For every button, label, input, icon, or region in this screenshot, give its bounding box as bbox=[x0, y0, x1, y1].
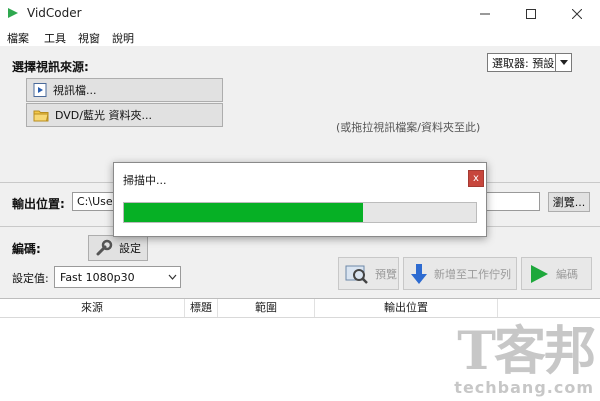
source-label: 選擇視訊來源: bbox=[12, 60, 89, 74]
maximize-button[interactable] bbox=[508, 0, 554, 28]
preset-select[interactable]: Fast 1080p30 bbox=[54, 266, 181, 288]
open-dvd-folder-button[interactable]: DVD/藍光 資料夾... bbox=[26, 103, 223, 127]
preset-value: Fast 1080p30 bbox=[60, 270, 135, 284]
close-icon bbox=[572, 9, 582, 19]
dialog-title: 掃描中... bbox=[123, 174, 167, 187]
add-to-queue-label: 新增至工作佇列 bbox=[434, 267, 511, 281]
settings-label: 設定 bbox=[119, 242, 141, 255]
column-header-source[interactable]: 來源 bbox=[0, 299, 185, 317]
folder-icon bbox=[33, 110, 49, 121]
encode-label: 編碼 bbox=[556, 267, 578, 281]
table-header: 來源 標題 範圍 輸出位置 bbox=[0, 299, 600, 318]
drag-hint-text: (或拖拉視訊檔案/資料夾至此) bbox=[336, 121, 481, 134]
preview-button[interactable]: 預覽 bbox=[338, 257, 399, 290]
techbang-watermark: T客邦 techbang.com bbox=[454, 321, 596, 398]
preset-label: 設定值: bbox=[12, 272, 49, 285]
arrow-down-icon bbox=[411, 263, 427, 284]
encoding-settings-button[interactable]: 設定 bbox=[88, 235, 148, 261]
open-video-file-button[interactable]: 視訊檔... bbox=[26, 78, 223, 102]
picker-dropdown[interactable]: 選取器: 預設 bbox=[487, 53, 572, 72]
column-header-title[interactable]: 標題 bbox=[185, 299, 218, 317]
encoding-label: 編碼: bbox=[12, 242, 41, 256]
add-to-queue-button[interactable]: 新增至工作佇列 bbox=[403, 257, 517, 290]
dialog-close-button[interactable]: x bbox=[468, 170, 484, 187]
watermark-text: techbang.com bbox=[454, 378, 594, 397]
column-header-blank bbox=[498, 299, 600, 317]
minimize-button[interactable] bbox=[462, 0, 508, 28]
preview-label: 預覽 bbox=[375, 267, 397, 281]
dvd-folder-label: DVD/藍光 資料夾... bbox=[55, 109, 152, 122]
chevron-down-icon bbox=[164, 274, 180, 280]
window-title: VidCoder bbox=[27, 6, 82, 20]
menu-tools[interactable]: 工具 bbox=[44, 30, 66, 46]
progress-fill bbox=[124, 203, 364, 222]
picker-label: 選取器: 預設 bbox=[492, 56, 555, 70]
video-file-icon bbox=[33, 83, 47, 97]
menu-help[interactable]: 說明 bbox=[112, 30, 134, 46]
output-label: 輸出位置: bbox=[12, 197, 65, 211]
menu-window[interactable]: 視窗 bbox=[78, 30, 100, 46]
encode-button[interactable]: 編碼 bbox=[521, 257, 592, 290]
scan-progress-bar bbox=[123, 202, 477, 223]
minimize-icon bbox=[480, 13, 490, 15]
wrench-icon bbox=[96, 239, 113, 256]
close-window-button[interactable] bbox=[554, 0, 600, 28]
maximize-icon bbox=[526, 9, 536, 19]
column-header-output[interactable]: 輸出位置 bbox=[315, 299, 498, 317]
vidcoder-logo-icon bbox=[8, 8, 18, 18]
preview-icon bbox=[345, 265, 368, 284]
dropdown-arrow-icon bbox=[555, 54, 571, 71]
video-file-label: 視訊檔... bbox=[53, 84, 97, 97]
browse-button[interactable]: 瀏覽... bbox=[548, 192, 590, 212]
watermark-logo: T客邦 bbox=[457, 321, 596, 382]
column-header-range[interactable]: 範圍 bbox=[218, 299, 315, 317]
scanning-dialog: 掃描中... x bbox=[113, 162, 487, 237]
play-icon bbox=[531, 264, 548, 283]
menu-file[interactable]: 檔案 bbox=[7, 30, 29, 46]
